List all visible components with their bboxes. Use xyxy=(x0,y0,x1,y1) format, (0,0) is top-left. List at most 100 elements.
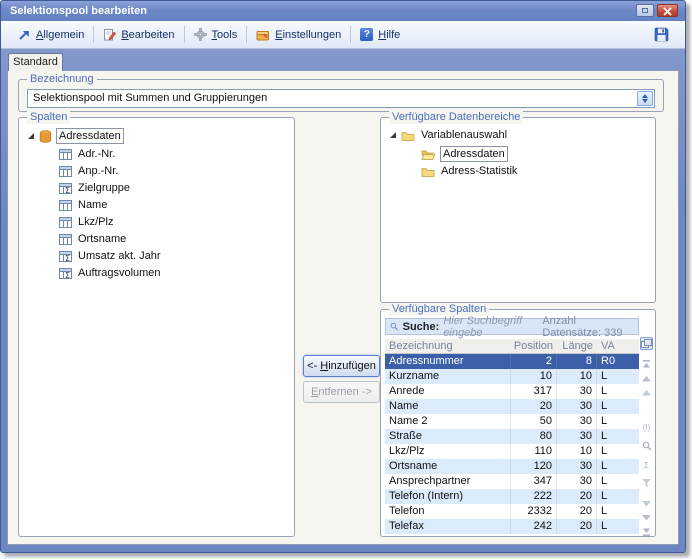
table-sum-icon: Σ xyxy=(59,267,72,279)
tree-item-label: Anp.-Nr. xyxy=(78,165,119,177)
menu-allgemein[interactable]: Allgemein xyxy=(9,25,93,45)
cell-position: 2 xyxy=(511,354,557,369)
add-button[interactable]: <- Hinzufügen xyxy=(303,355,380,377)
tree-item[interactable]: Name xyxy=(59,198,109,212)
cell-va: L xyxy=(601,460,608,472)
lookup-icon[interactable] xyxy=(640,439,653,452)
tree-item[interactable]: Ortsname xyxy=(59,232,128,246)
table-row[interactable]: Telefon 2332 20 L xyxy=(385,504,639,519)
tree-item-root[interactable]: Adressdaten xyxy=(27,128,124,144)
column-header-laenge[interactable]: Länge xyxy=(557,339,597,353)
column-header-va[interactable]: VA xyxy=(597,339,623,353)
close-button[interactable] xyxy=(657,4,678,17)
tab-page: Bezeichnung Selektionspool mit Summen un… xyxy=(7,70,679,545)
cell-length: 8 xyxy=(557,354,597,369)
bezeichnung-combobox[interactable]: Selektionspool mit Summen und Gruppierun… xyxy=(27,89,655,108)
tree-item-root[interactable]: Variablenauswahl xyxy=(389,128,509,142)
svg-text:Σ: Σ xyxy=(65,254,70,262)
cell-position: 2332 xyxy=(511,504,557,519)
table-icon xyxy=(59,216,72,228)
field-info-icon[interactable]: (I) xyxy=(640,421,653,434)
columns-table: Adressnummer 2 8 R0 Kurzname 10 10 L Anrede 317… xyxy=(385,354,639,534)
tree-item-label: Zielgruppe xyxy=(78,182,130,194)
scroll-first-icon[interactable] xyxy=(640,357,653,370)
cell-name: Ortsname xyxy=(385,459,511,474)
table-row[interactable]: Telefon (Intern) 222 20 L xyxy=(385,489,639,504)
spin-up-icon xyxy=(642,94,648,98)
svg-text:Σ: Σ xyxy=(65,271,70,279)
title-bar[interactable]: Selektionspool bearbeiten xyxy=(1,1,685,21)
tree-item[interactable]: Σ Umsatz akt. Jahr xyxy=(59,249,163,263)
table-icon xyxy=(59,233,72,245)
tree-item[interactable]: Lkz/Plz xyxy=(59,215,115,229)
save-button[interactable] xyxy=(654,27,669,42)
filter-icon[interactable] xyxy=(640,476,653,489)
scroll-page-down-icon[interactable] xyxy=(640,511,653,524)
settings-icon xyxy=(256,30,270,40)
table-row[interactable]: Name 20 30 L xyxy=(385,399,639,414)
tree-item[interactable]: Σ Auftragsvolumen xyxy=(59,266,163,280)
table-row[interactable]: Name 2 50 30 L xyxy=(385,414,639,429)
column-header-bezeichnung[interactable]: Bezeichnung xyxy=(385,339,511,353)
cell-length: 20 xyxy=(557,519,597,534)
tree-item-label: Auftragsvolumen xyxy=(78,267,161,279)
table-row[interactable]: Anrede 317 30 L xyxy=(385,384,639,399)
menu-einstellungen[interactable]: Einstellungen xyxy=(247,25,350,45)
cell-position: 242 xyxy=(511,519,557,534)
close-icon xyxy=(663,7,672,16)
table-row[interactable]: Adressnummer 2 8 R0 xyxy=(385,354,639,369)
menu-label: Hilfe xyxy=(378,28,401,41)
group-datenbereiche: Verfügbare Datenbereiche Variablenauswah… xyxy=(380,111,656,303)
table-row[interactable]: Kurzname 10 10 L xyxy=(385,369,639,384)
tree-item[interactable]: Σ Zielgruppe xyxy=(59,181,132,195)
table-sum-icon: Σ xyxy=(59,182,72,194)
scroll-up-icon[interactable] xyxy=(640,386,653,399)
scroll-page-up-icon[interactable] xyxy=(640,372,653,385)
grid-navigator: (I) Σ xyxy=(639,337,654,536)
remove-button[interactable]: Entfernen -> xyxy=(303,381,380,403)
menu-hilfe[interactable]: ? Hilfe xyxy=(351,25,409,45)
cell-position: 80 xyxy=(511,429,557,444)
table-row[interactable]: Telefax 242 20 L xyxy=(385,519,639,534)
column-chooser-icon[interactable] xyxy=(640,337,653,350)
menu-tools[interactable]: Tools xyxy=(185,25,247,45)
cell-va: L xyxy=(601,475,608,487)
cell-name: Adressnummer xyxy=(385,354,511,369)
menu-bearbeiten[interactable]: Bearbeiten xyxy=(94,25,183,45)
tree-item-label: Adressdaten xyxy=(56,128,124,144)
search-bar[interactable]: Suche: Hier Suchbegriff eingebe Anzahl D… xyxy=(385,315,639,339)
tree-item[interactable]: Adress-Statistik xyxy=(421,164,519,178)
combobox-value: Selektionspool mit Summen und Gruppierun… xyxy=(33,92,268,104)
main-toolbar: Allgemein Bearbeiten Tools Einstellungen… xyxy=(1,21,685,49)
tree-expander-icon[interactable] xyxy=(27,132,35,140)
table-row[interactable]: Ansprechpartner 347 30 L xyxy=(385,474,639,489)
table-row[interactable]: Straße 80 30 L xyxy=(385,429,639,444)
search-label: Suche: xyxy=(402,320,440,333)
cell-name: Kurzname xyxy=(385,369,511,384)
combobox-dropdown-button[interactable] xyxy=(637,91,653,106)
cell-position: 50 xyxy=(511,414,557,429)
cell-length: 10 xyxy=(557,444,597,459)
table-row[interactable]: Ortsname 120 30 L xyxy=(385,459,639,474)
tree-expander-icon[interactable] xyxy=(389,131,397,139)
search-input[interactable]: Hier Suchbegriff eingebe xyxy=(443,315,538,339)
tree-item[interactable]: Anp.-Nr. xyxy=(59,164,120,178)
tree-item-label: Adr.-Nr. xyxy=(78,148,116,160)
tree-item-label: Adress-Statistik xyxy=(441,165,518,177)
tree-item[interactable]: Adressdaten xyxy=(421,146,508,162)
scroll-last-icon[interactable] xyxy=(640,525,653,538)
column-header-position[interactable]: Position xyxy=(511,339,557,353)
restore-button[interactable] xyxy=(636,4,654,17)
edit-page-icon xyxy=(104,29,117,41)
scroll-down-icon[interactable] xyxy=(640,497,653,510)
table-header[interactable]: Bezeichnung Position Länge VA xyxy=(385,339,639,354)
cell-name: Telefon xyxy=(385,504,511,519)
table-row[interactable]: Lkz/Plz 110 10 L xyxy=(385,444,639,459)
cell-length: 30 xyxy=(557,474,597,489)
cell-name: Telefax xyxy=(385,519,511,534)
tree-item[interactable]: Adr.-Nr. xyxy=(59,147,117,161)
cell-position: 20 xyxy=(511,399,557,414)
sum-icon[interactable]: Σ xyxy=(640,459,653,472)
restore-icon xyxy=(642,8,648,13)
tab-standard[interactable]: Standard xyxy=(8,53,63,71)
